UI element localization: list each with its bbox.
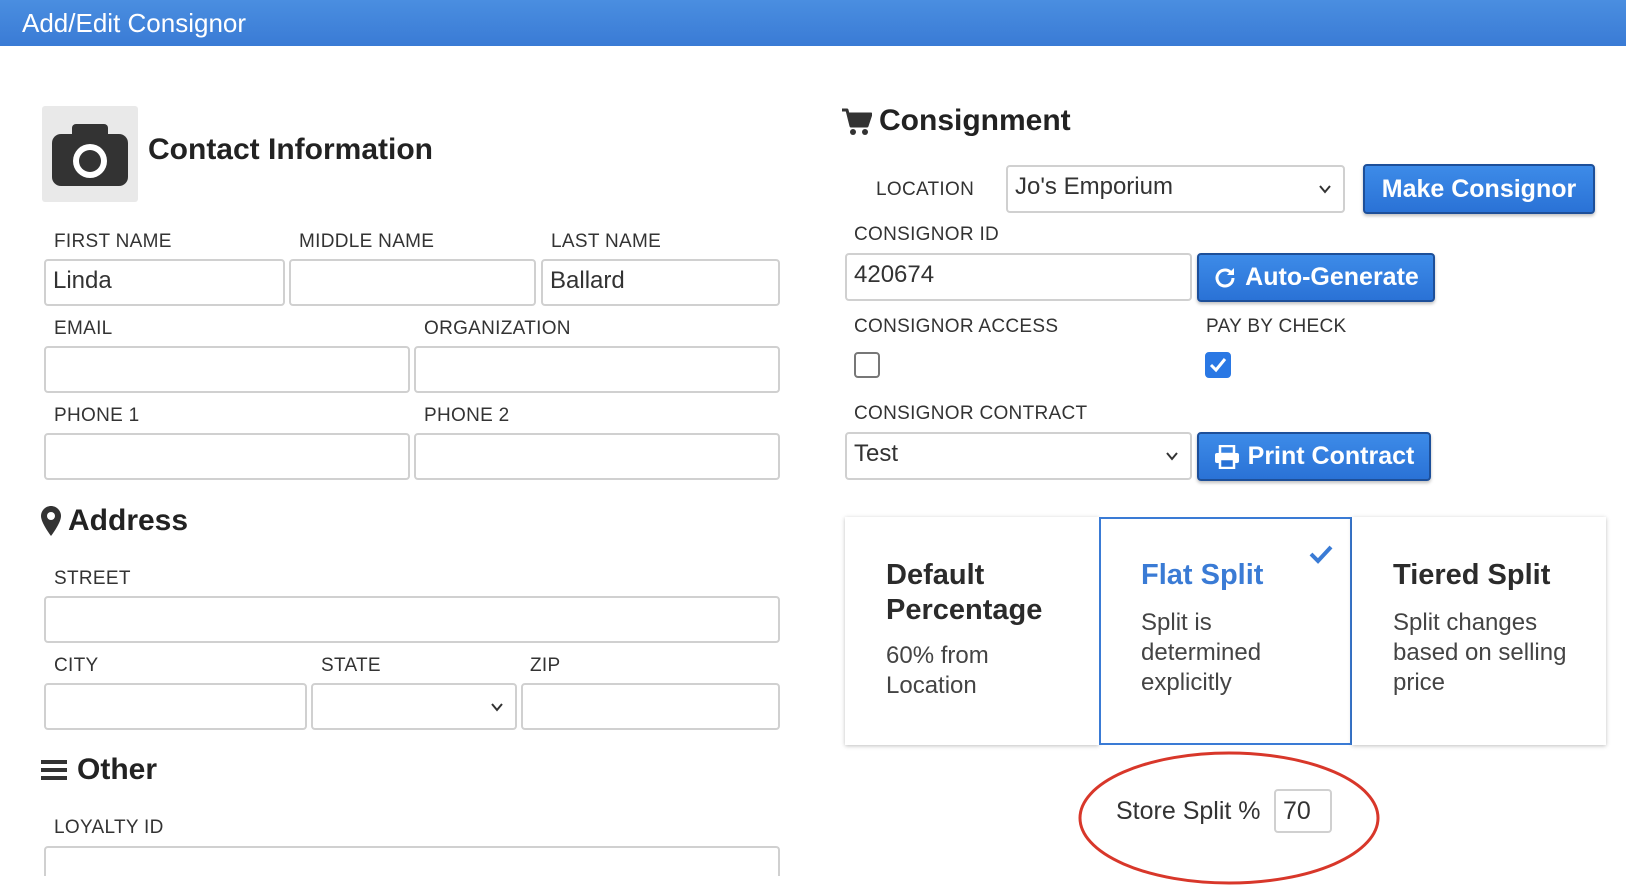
bars-icon [41,759,67,781]
make-consignor-button[interactable]: Make Consignor [1363,164,1595,214]
chevron-down-icon [491,703,503,712]
city-label: CITY [54,655,99,676]
consignment-heading: Consignment [879,104,1071,137]
state-label: STATE [321,655,381,676]
location-select-value: Jo's Emporium [1015,173,1173,200]
city-input[interactable] [44,683,307,730]
split-option-flat-split[interactable]: Flat Split Split is determined explicitl… [1099,517,1352,745]
checkmark-icon [1209,358,1227,373]
loyalty-id-label: LOYALTY ID [54,817,164,838]
zip-label: ZIP [530,655,561,676]
split-option-description: Split changes based on selling price [1393,609,1567,696]
contact-information-heading: Contact Information [148,133,433,166]
chevron-down-icon [1166,452,1178,461]
phone-1-label: PHONE 1 [54,405,140,426]
chevron-down-icon [1319,185,1331,194]
split-option-title: Default Percentage [886,559,1043,626]
pay-by-check-label: PAY BY CHECK [1206,316,1347,337]
middle-name-label: MIDDLE NAME [299,231,435,252]
organization-input[interactable] [414,346,780,393]
annotation-ellipse [1078,751,1380,885]
location-select[interactable]: Jo's Emporium [1006,165,1345,213]
auto-generate-button[interactable]: Auto-Generate [1197,253,1435,302]
state-select[interactable] [311,683,517,730]
print-contract-button[interactable]: Print Contract [1197,432,1431,481]
map-marker-icon [41,506,61,536]
split-option-tiered-split[interactable]: Tiered Split Split changes based on sell… [1352,517,1606,745]
pay-by-check-checkbox[interactable] [1205,352,1231,378]
consignor-access-checkbox[interactable] [854,352,880,378]
window-title-bar: Add/Edit Consignor [0,0,1626,46]
phone-1-input[interactable] [44,433,410,480]
phone-2-input[interactable] [414,433,780,480]
street-label: STREET [54,568,131,589]
consignor-contract-select-value: Test [854,440,899,467]
loyalty-id-input[interactable] [44,846,780,876]
consignor-id-input[interactable]: 420674 [845,253,1192,301]
middle-name-input[interactable] [289,259,536,306]
address-heading: Address [68,504,189,537]
print-contract-button-label: Print Contract [1247,442,1415,470]
split-option-description: Split is determined explicitly [1141,609,1262,696]
location-label: LOCATION [876,179,975,200]
print-icon [1214,444,1239,469]
first-name-label: FIRST NAME [54,231,172,252]
consignor-contract-label: CONSIGNOR CONTRACT [854,403,1088,424]
shopping-cart-icon [842,108,873,136]
street-input[interactable] [44,596,780,643]
last-name-label: LAST NAME [551,231,662,252]
phone-2-label: PHONE 2 [424,405,510,426]
split-option-title: Flat Split [1141,559,1264,591]
zip-input[interactable] [521,683,780,730]
consignor-id-label: CONSIGNOR ID [854,224,1000,245]
auto-generate-button-label: Auto-Generate [1245,263,1419,291]
organization-label: ORGANIZATION [424,318,571,339]
email-label: EMAIL [54,318,113,339]
window-title: Add/Edit Consignor [22,8,247,38]
camera-icon[interactable] [42,106,138,202]
last-name-input[interactable]: Ballard [541,259,780,306]
consignor-contract-select[interactable]: Test [845,432,1192,480]
email-input[interactable] [44,346,410,393]
refresh-icon [1215,267,1235,287]
consignor-access-label: CONSIGNOR ACCESS [854,316,1059,337]
make-consignor-button-label: Make Consignor [1381,174,1577,203]
split-option-description: 60% from Location [886,642,989,699]
split-option-title: Tiered Split [1393,559,1551,591]
first-name-input[interactable]: Linda [44,259,285,306]
split-option-default-percentage[interactable]: Default Percentage 60% from Location [845,517,1099,745]
other-heading: Other [77,753,158,786]
